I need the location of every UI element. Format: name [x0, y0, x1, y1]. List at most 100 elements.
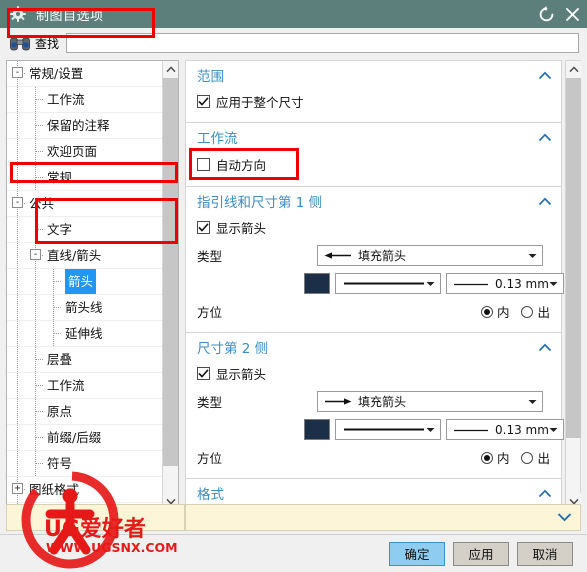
group-leader-side-1: 指引线和尺寸第 1 侧 显示箭头 类型 填充箭头 0.13 mm 方位 内 出: [185, 187, 564, 333]
tree-item-14[interactable]: 前缀/后缀: [7, 425, 162, 451]
arrow-type-label-1: 类型: [197, 249, 223, 264]
options-scroll-up-icon[interactable]: [566, 61, 581, 78]
tree-item-11[interactable]: 层叠: [7, 347, 162, 373]
tree-item-0[interactable]: - 常规/设置: [7, 61, 162, 87]
arrow-line-style-dropdown-2[interactable]: [335, 419, 441, 440]
arrow-line-style-dropdown-1[interactable]: [335, 273, 441, 294]
options-scrollbar[interactable]: [565, 60, 581, 511]
chevron-down-icon[interactable]: [549, 281, 558, 287]
tree-scroll-thumb[interactable]: [163, 78, 178, 466]
arrow-type-value-1: 填充箭头: [358, 249, 407, 263]
tree-guide: [17, 87, 18, 112]
show-arrowhead-checkbox-2[interactable]: [197, 367, 210, 380]
tree-item-label: 延伸线: [65, 326, 103, 341]
arrow-line-width-dropdown-2[interactable]: 0.13 mm: [446, 419, 564, 440]
chevron-up-icon[interactable]: [538, 133, 552, 142]
arrow-color-swatch-1[interactable]: [304, 273, 330, 294]
arrow-style-row-1: 0.13 mm: [197, 271, 564, 296]
tree-item-13[interactable]: 原点: [7, 399, 162, 425]
auto-orientation-checkbox[interactable]: [197, 158, 210, 171]
group-workflow-header[interactable]: 工作流: [186, 123, 561, 151]
tree-item-3[interactable]: 欢迎页面: [7, 139, 162, 165]
chevron-down-icon[interactable]: [549, 427, 558, 433]
reset-icon[interactable]: [535, 3, 557, 25]
arrow-orientation-radio-out-2[interactable]: [521, 451, 534, 464]
tree-expand-icon[interactable]: +: [12, 483, 23, 494]
gear-icon: [10, 6, 26, 22]
group-dimension-side-2-header[interactable]: 尺寸第 2 侧: [186, 333, 561, 361]
tree-node-list: - 常规/设置 工作流 保留的注释 欢迎页面 常规 - 公共 文字 - 直线/箭头 箭头 箭头线 延伸线层…: [7, 61, 162, 510]
tree-item-label: 欢迎页面: [47, 144, 98, 159]
arrow-type-row-2: 类型 填充箭头: [197, 389, 550, 414]
arrow-orientation-row-2: 方位 内 出: [197, 445, 550, 470]
arrow-type-dropdown-1[interactable]: 填充箭头: [317, 245, 543, 266]
apply-to-entire-dimension-row[interactable]: 应用于整个尺寸: [197, 89, 550, 114]
arrow-orientation-radio-group-1[interactable]: 内 出: [480, 302, 550, 321]
tree-item-7[interactable]: - 直线/箭头: [7, 243, 162, 269]
solid-line-icon: [342, 426, 426, 433]
chevron-down-icon[interactable]: [426, 281, 435, 287]
search-input[interactable]: [66, 33, 579, 53]
group-workflow-body: 自动方向: [186, 151, 561, 186]
chevron-down-icon[interactable]: [528, 253, 537, 259]
show-arrowhead-checkbox-1[interactable]: [197, 221, 210, 234]
tree-item-label: 箭头: [65, 269, 97, 294]
tree-scrollbar[interactable]: [162, 61, 178, 510]
tree-item-8[interactable]: 箭头: [7, 269, 162, 295]
tree-item-label: 工作流: [47, 378, 85, 393]
arrow-type-dropdown-2[interactable]: 填充箭头: [317, 391, 543, 412]
tree-guide-dash: [35, 463, 43, 464]
chevron-down-icon[interactable]: [426, 427, 435, 433]
arrow-orientation-radio-group-2[interactable]: 内 出: [480, 448, 550, 467]
arrow-orientation-radio-out-1[interactable]: [521, 305, 534, 318]
group-scope-header[interactable]: 范围: [186, 61, 561, 89]
chevron-up-icon[interactable]: [538, 197, 552, 206]
group-leader-side-1-header[interactable]: 指引线和尺寸第 1 侧: [186, 187, 561, 215]
tree-item-9[interactable]: 箭头线: [7, 295, 162, 321]
chevron-up-icon[interactable]: [538, 489, 552, 498]
tree-item-1[interactable]: 工作流: [7, 87, 162, 113]
show-arrowhead-label-2: 显示箭头: [216, 367, 267, 382]
chevron-down-icon[interactable]: [528, 399, 537, 405]
apply-to-entire-dimension-checkbox[interactable]: [197, 95, 210, 108]
tree-collapse-icon[interactable]: -: [12, 67, 23, 78]
auto-orientation-row[interactable]: 自动方向: [197, 151, 550, 178]
group-dimension-side-2-body: 显示箭头 类型 填充箭头 0.13 mm 方位 内 出: [186, 361, 564, 478]
options-scroll-thumb[interactable]: [566, 78, 581, 438]
show-arrowhead-row-1[interactable]: 显示箭头: [197, 215, 550, 240]
tree-guide: [35, 295, 36, 320]
tree-scroll-up-icon[interactable]: [163, 61, 178, 78]
tree-collapse-icon[interactable]: -: [30, 249, 41, 260]
tree-item-12[interactable]: 工作流: [7, 373, 162, 399]
group-format-header[interactable]: 格式: [186, 479, 561, 507]
tree-item-10[interactable]: 延伸线: [7, 321, 162, 347]
chevron-up-icon[interactable]: [538, 71, 552, 80]
group-scope-body: 应用于整个尺寸: [186, 89, 561, 122]
ok-button[interactable]: 确定: [389, 541, 445, 566]
tree-guide-dash: [53, 333, 61, 334]
close-icon[interactable]: [561, 3, 583, 25]
tree-item-16[interactable]: + 图纸格式: [7, 477, 162, 503]
tree-item-15[interactable]: 符号: [7, 451, 162, 477]
tree-item-4[interactable]: 常规: [7, 165, 162, 191]
chevron-down-icon[interactable]: [557, 511, 572, 525]
cancel-button[interactable]: 取消: [517, 541, 573, 566]
tree-collapse-icon[interactable]: -: [12, 197, 23, 208]
arrow-color-swatch-2[interactable]: [304, 419, 330, 440]
arrow-orientation-radio-in-2[interactable]: [480, 451, 493, 464]
tree-guide-dash: [35, 151, 43, 152]
arrow-orientation-radio-in-1[interactable]: [480, 305, 493, 318]
group-title: 尺寸第 2 侧: [197, 341, 269, 357]
arrow-line-width-dropdown-1[interactable]: 0.13 mm: [446, 273, 564, 294]
tree-guide: [17, 217, 18, 242]
preferences-tree[interactable]: - 常规/设置 工作流 保留的注释 欢迎页面 常规 - 公共 文字 - 直线/箭头 箭头 箭头线 延伸线层…: [6, 60, 179, 511]
tree-guide: [35, 321, 36, 346]
chevron-up-icon[interactable]: [538, 343, 552, 352]
show-arrowhead-row-2[interactable]: 显示箭头: [197, 361, 550, 386]
solid-line-icon: [342, 280, 426, 287]
tree-guide-dash: [35, 125, 43, 126]
tree-item-2[interactable]: 保留的注释: [7, 113, 162, 139]
tree-item-5[interactable]: - 公共: [7, 191, 162, 217]
tree-item-6[interactable]: 文字: [7, 217, 162, 243]
apply-button[interactable]: 应用: [453, 541, 509, 566]
